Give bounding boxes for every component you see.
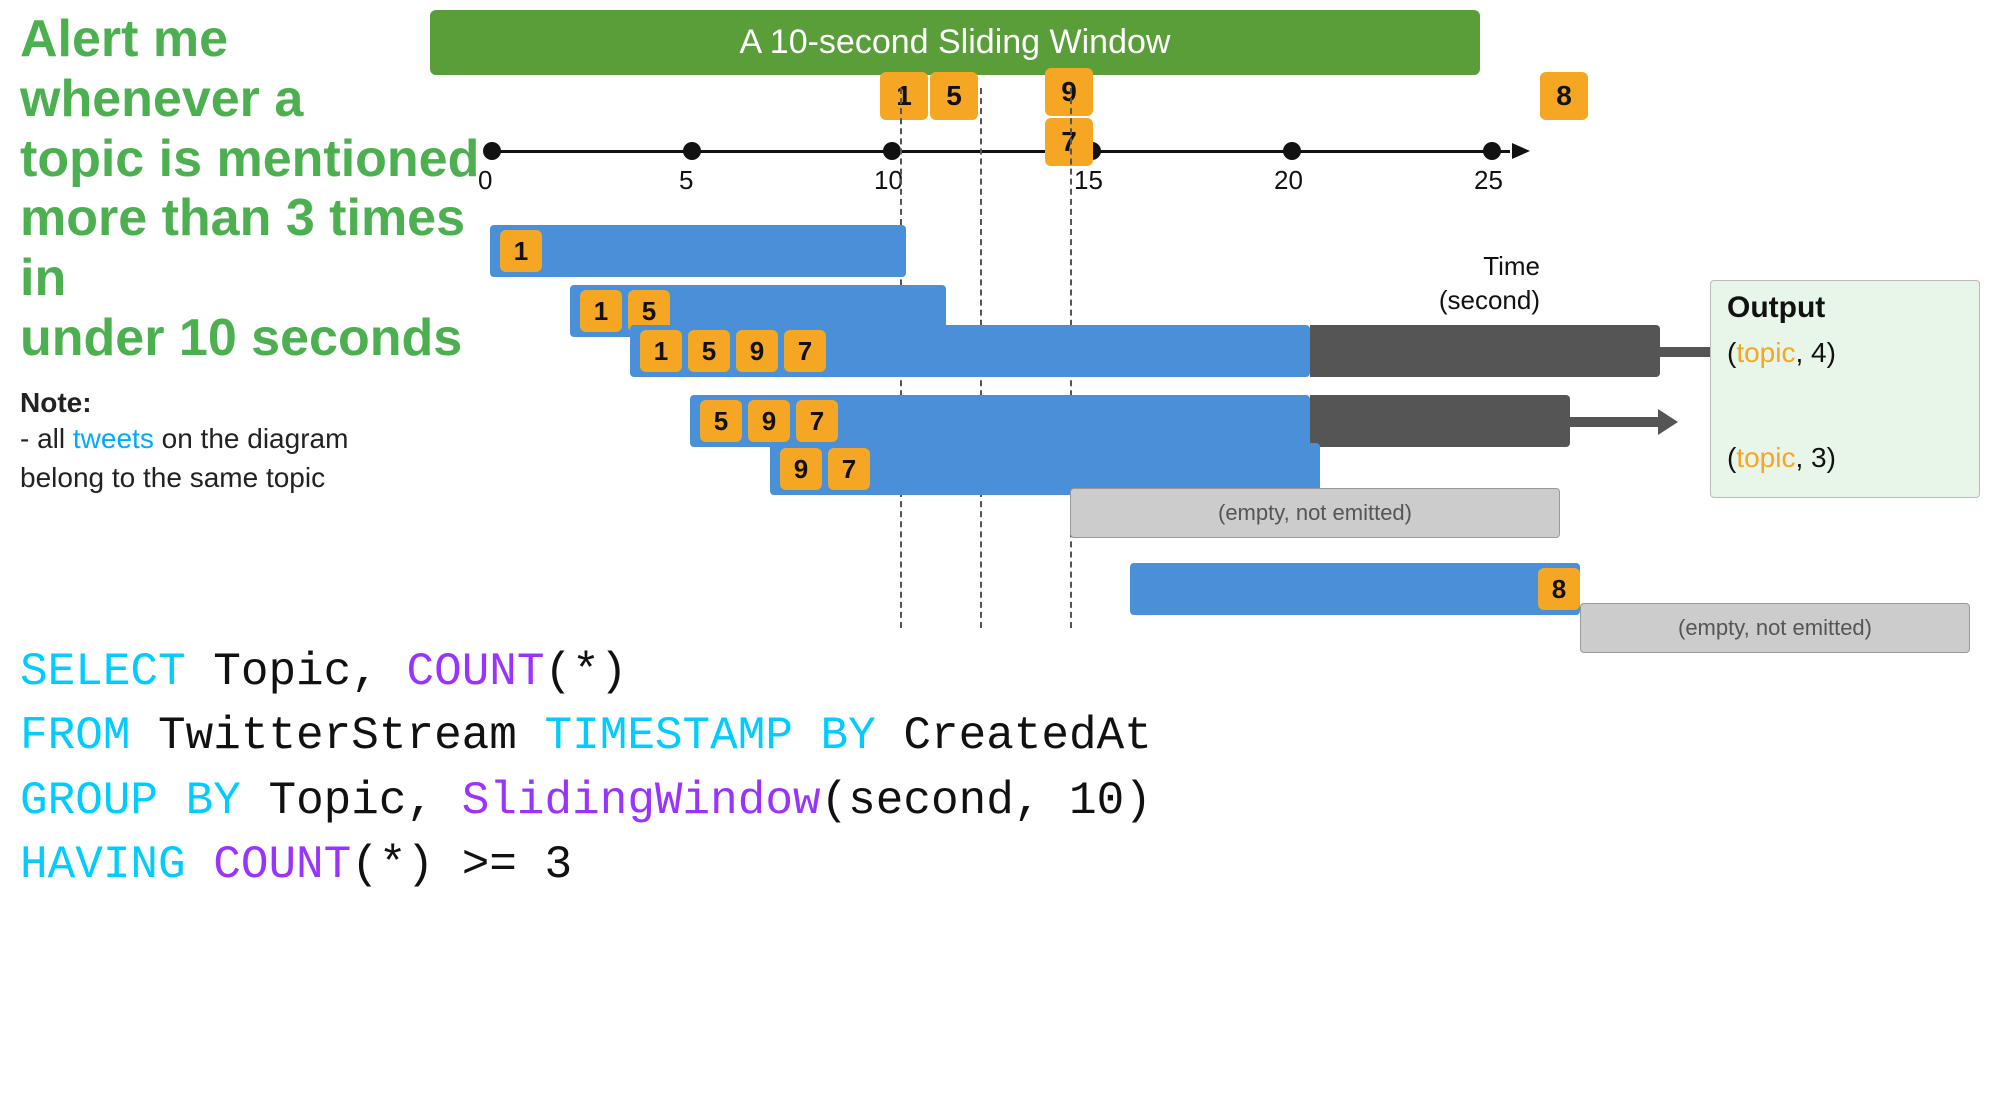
- empty-bar-4: (empty, not emitted): [1070, 488, 1560, 538]
- kw-having: HAVING: [20, 839, 186, 891]
- event-badge-9a: 9: [1045, 68, 1093, 116]
- alert-line2: topic is mentioned: [20, 130, 479, 188]
- time-label-line1: Time: [1483, 251, 1540, 281]
- badge-3-7: 7: [796, 400, 838, 442]
- empty-label-4: (empty, not emitted): [1218, 500, 1412, 526]
- sql-l1-end: (*): [545, 646, 628, 698]
- event-badge-1: 1: [880, 72, 928, 120]
- badge-6-8: 8: [1538, 568, 1580, 610]
- tick-dot-5: [683, 142, 701, 160]
- tick-dot-0: [483, 142, 501, 160]
- sql-l3-rest: Topic,: [241, 775, 462, 827]
- kw-timestamp: TIMESTAMP: [545, 710, 793, 762]
- header-title: A 10-second Sliding Window: [740, 23, 1171, 62]
- kw-group: GROUP: [20, 775, 158, 827]
- note-body: - all tweets on the diagram belong to th…: [20, 419, 480, 497]
- note-body3: belong to the same topic: [20, 462, 325, 493]
- output-topic-2: topic: [1736, 442, 1795, 473]
- badge-2-5: 5: [688, 330, 730, 372]
- window-bar-2: 1 5 9 7: [630, 325, 1310, 377]
- window-bar-0: 1: [490, 225, 906, 277]
- tick-label-10: 10: [874, 165, 903, 196]
- kw-count-1: COUNT: [406, 646, 544, 698]
- note-body1: - all: [20, 423, 73, 454]
- output-item-1: (topic, 4): [1727, 331, 1963, 376]
- tick-dot-20: [1283, 142, 1301, 160]
- timeline-line: [490, 150, 1510, 153]
- kw-by-2: BY: [793, 710, 876, 762]
- badge-4-7: 7: [828, 448, 870, 490]
- header-bar: A 10-second Sliding Window: [430, 10, 1480, 75]
- kw-count-4: COUNT: [186, 839, 352, 891]
- badge-2-9: 9: [736, 330, 778, 372]
- tick-label-25: 25: [1474, 165, 1503, 196]
- empty-label-6: (empty, not emitted): [1678, 615, 1872, 641]
- output-arrow-3: [1570, 417, 1660, 427]
- time-label-line2: (second): [1439, 285, 1540, 315]
- timeline-arrow: [1512, 143, 1530, 159]
- tweet-word: tweets: [73, 423, 154, 454]
- kw-by-3: BY: [158, 775, 241, 827]
- note-section: Note: - all tweets on the diagram belong…: [20, 387, 480, 497]
- alert-line1: Alert me whenever a: [20, 10, 303, 128]
- sql-line4: HAVING COUNT(*) >= 3: [20, 833, 1152, 897]
- badge-3-9: 9: [748, 400, 790, 442]
- badge-2-7: 7: [784, 330, 826, 372]
- badge-1-1: 1: [580, 290, 622, 332]
- badge-4-9: 9: [780, 448, 822, 490]
- badge-0-1: 1: [500, 230, 542, 272]
- window-bar-3-ext: [1310, 395, 1570, 447]
- event-badge-7a: 7: [1045, 118, 1093, 166]
- sql-l2-col: CreatedAt: [876, 710, 1152, 762]
- diagram: A 10-second Sliding Window 0 5 10 15 20 …: [430, 0, 1990, 650]
- kw-from: FROM: [20, 710, 130, 762]
- sql-line2: FROM TwitterStream TIMESTAMP BY CreatedA…: [20, 704, 1152, 768]
- tick-label-15: 15: [1074, 165, 1103, 196]
- output-title: Output: [1727, 291, 1963, 325]
- kw-select: SELECT: [20, 646, 186, 698]
- output-item-2: (topic, 3): [1727, 436, 1963, 481]
- output-panel: Output (topic, 4) (topic, 3): [1710, 280, 1980, 498]
- sql-line3: GROUP BY Topic, SlidingWindow(second, 10…: [20, 769, 1152, 833]
- tick-label-0: 0: [478, 165, 492, 196]
- output-topic-1: topic: [1736, 337, 1795, 368]
- sql-section: SELECT Topic, COUNT(*) FROM TwitterStrea…: [20, 640, 1152, 898]
- sql-l1-rest: Topic,: [186, 646, 407, 698]
- note-colon: :: [82, 387, 91, 418]
- event-badge-8a: 8: [1540, 72, 1588, 120]
- tick-label-5: 5: [679, 165, 693, 196]
- left-panel: Alert me whenever a topic is mentioned m…: [20, 10, 480, 497]
- window-bar-3: 5 9 7: [690, 395, 1310, 447]
- sql-line1: SELECT Topic, COUNT(*): [20, 640, 1152, 704]
- empty-bar-6: (empty, not emitted): [1580, 603, 1970, 653]
- alert-line4: under 10 seconds: [20, 309, 462, 367]
- badge-2-1: 1: [640, 330, 682, 372]
- badge-3-5: 5: [700, 400, 742, 442]
- tick-label-20: 20: [1274, 165, 1303, 196]
- note-body2: on the diagram: [154, 423, 349, 454]
- time-label: Time (second): [1439, 250, 1540, 318]
- sql-l3-end: (second, 10): [821, 775, 1152, 827]
- alert-line3: more than 3 times in: [20, 189, 465, 307]
- kw-sliding: SlidingWindow: [462, 775, 821, 827]
- tick-dot-10: [883, 142, 901, 160]
- event-badge-5a: 5: [930, 72, 978, 120]
- window-bar-2-ext: [1310, 325, 1660, 377]
- sql-l4-end: (*) >= 3: [351, 839, 572, 891]
- note-label: Note: [20, 387, 82, 418]
- sql-l2-rest: TwitterStream: [130, 710, 544, 762]
- window-bar-6: 8: [1130, 563, 1580, 615]
- alert-text: Alert me whenever a topic is mentioned m…: [20, 10, 480, 369]
- tick-dot-25: [1483, 142, 1501, 160]
